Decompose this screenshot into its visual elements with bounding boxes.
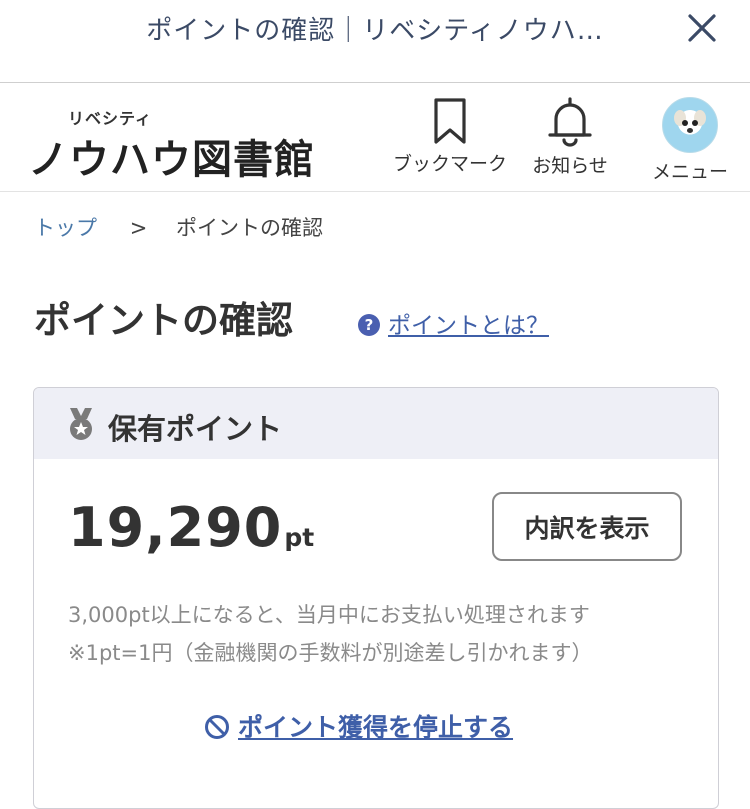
help-link-label: ポイントとは？	[388, 313, 549, 339]
nav-menu[interactable]: メニュー	[630, 97, 750, 184]
conversion-note: ※1pt=1円（金融機関の手数料が別途差し引かれます）	[68, 641, 593, 665]
nav-notifications[interactable]: お知らせ	[510, 97, 630, 178]
points-value: 19,290	[68, 496, 283, 559]
points-card-header: 保有ポイント	[34, 388, 718, 459]
logo-title: ノウハウ図書館	[28, 137, 315, 183]
points-card: 保有ポイント 19,290pt 内訳を表示 3,000pt以上になると、当月中に…	[33, 387, 719, 809]
nav-menu-label: メニュー	[651, 161, 728, 183]
payout-note: 3,000pt以上になると、当月中にお支払い処理されます	[68, 603, 590, 627]
bookmark-icon	[434, 98, 466, 144]
breadcrumb-current: ポイントの確認	[175, 216, 323, 240]
site-header: リベシティ ノウハウ図書館 ブックマーク お知らせ メニュー	[0, 83, 750, 192]
stop-earning-label: ポイント獲得を停止する	[238, 713, 514, 742]
question-icon: ?	[358, 314, 380, 336]
breadcrumb: トップ > ポイントの確認	[34, 212, 323, 242]
page-title: ポイントの確認	[34, 299, 293, 342]
site-logo[interactable]: リベシティ ノウハウ図書館	[28, 105, 314, 183]
bell-icon	[548, 97, 592, 147]
nav-bookmark-label: ブックマーク	[392, 153, 507, 175]
points-unit: pt	[284, 523, 315, 552]
points-notes: 3,000pt以上になると、当月中にお支払い処理されます ※1pt=1円（金融機…	[68, 596, 592, 672]
points-card-title: 保有ポイント	[108, 412, 283, 446]
points-balance: 19,290pt	[68, 496, 314, 559]
show-breakdown-button[interactable]: 内訳を表示	[492, 492, 682, 561]
nav-bookmark[interactable]: ブックマーク	[390, 97, 510, 176]
browser-title-bar: ポイントの確認｜リベシティノウハ…	[0, 0, 750, 83]
prohibited-icon	[205, 715, 229, 739]
logo-subtitle: リベシティ	[68, 109, 153, 128]
medal-icon	[70, 408, 92, 440]
nav-notifications-label: お知らせ	[532, 155, 608, 177]
breadcrumb-separator: >	[129, 216, 148, 240]
stop-earning-link[interactable]: ポイント獲得を停止する	[204, 708, 513, 744]
close-icon[interactable]	[684, 10, 720, 46]
browser-title: ポイントの確認｜リベシティノウハ…	[146, 16, 604, 46]
help-link[interactable]: ? ポイントとは？	[358, 306, 549, 340]
avatar	[662, 97, 718, 153]
breadcrumb-top-link[interactable]: トップ	[34, 216, 97, 240]
